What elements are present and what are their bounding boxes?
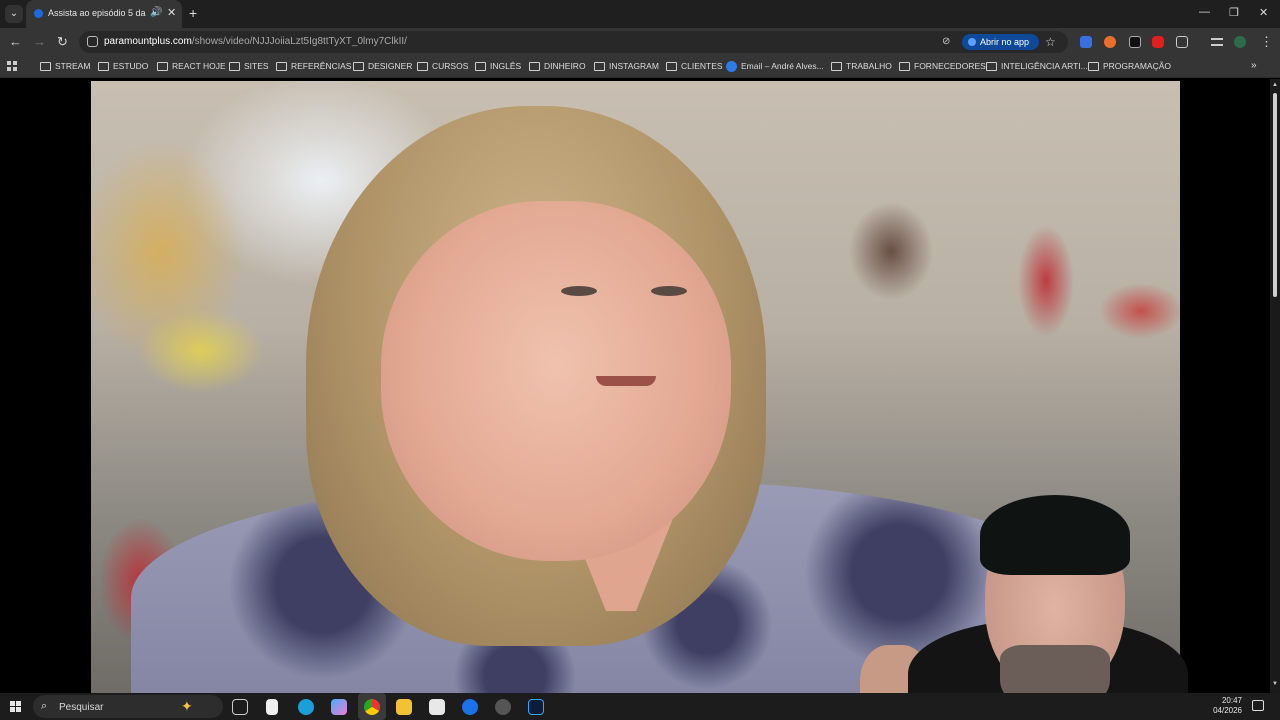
folder-icon (594, 62, 605, 71)
media-controls-icon[interactable] (1211, 38, 1223, 46)
copilot-sparkle-icon[interactable]: ✦ (181, 698, 193, 715)
folder-icon (1088, 62, 1099, 71)
open-in-app-button[interactable]: Abrir no app (962, 34, 1039, 50)
menu-kebab-icon[interactable]: ⋮ (1260, 34, 1273, 50)
bookmark-folder-fornecedores[interactable]: FORNECEDORES (899, 61, 986, 74)
windows-start-icon[interactable] (10, 701, 21, 712)
bookmarks-overflow-icon[interactable]: » (1251, 60, 1257, 71)
obs-studio-icon[interactable] (495, 699, 511, 715)
video-frame-face (381, 201, 731, 561)
file-explorer-icon[interactable] (396, 699, 412, 715)
bookmark-folder-estudo[interactable]: ESTUDO (98, 61, 148, 74)
notification-icon[interactable] (1252, 700, 1264, 711)
task-view-icon[interactable] (232, 699, 248, 715)
bookmark-folder-react-hoje[interactable]: REACT HOJE (157, 61, 226, 74)
folder-icon (157, 62, 168, 71)
folder-icon (417, 62, 428, 71)
url-text[interactable]: paramountplus.com/shows/video/NJJJoiiaLz… (104, 36, 407, 47)
system-clock[interactable]: 20:47 04/2026 (1212, 696, 1242, 716)
taskbar-search-placeholder: Pesquisar (59, 702, 104, 713)
microsoft-store-icon[interactable] (429, 699, 445, 715)
paramount-logo-icon (968, 38, 976, 46)
webcam-overlay (860, 495, 1210, 720)
folder-icon (475, 62, 486, 71)
paramount-favicon-icon (34, 9, 43, 18)
apps-grid-icon[interactable] (7, 61, 18, 72)
bookmark-folder-sites[interactable]: SITES (229, 61, 269, 74)
folder-icon (986, 62, 997, 71)
video-frame-mouth (596, 376, 656, 386)
email-icon (726, 61, 737, 72)
bookmark-folder-cursos[interactable]: CURSOS (417, 61, 468, 74)
photoshop-icon[interactable] (528, 699, 544, 715)
speaker-icon[interactable]: 🔊 (150, 7, 162, 18)
tracking-blocked-icon[interactable]: ⊘ (942, 36, 950, 47)
search-icon: ⌕ (41, 700, 48, 712)
tab-search-icon[interactable]: ⌄ (5, 5, 23, 23)
video-frame-eye (651, 286, 687, 296)
browser-toolbar: ← → ↻ paramountplus.com/shows/video/NJJJ… (0, 28, 1280, 56)
taskbar-search-box[interactable]: ⌕ Pesquisar ✦ (33, 695, 223, 718)
folder-icon (40, 62, 51, 71)
restore-button[interactable]: ❐ (1229, 6, 1239, 19)
bookmark-folder-stream[interactable]: STREAM (40, 61, 90, 74)
reload-icon[interactable]: ↻ (57, 34, 68, 50)
back-arrow-icon[interactable]: ← (9, 34, 22, 49)
page-scrollbar[interactable]: ▲ ▼ (1270, 79, 1280, 693)
video-frame-eye (561, 286, 597, 296)
scroll-down-icon[interactable]: ▼ (1272, 681, 1278, 687)
folder-icon (353, 62, 364, 71)
scroll-up-icon[interactable]: ▲ (1272, 82, 1278, 88)
bookmarks-bar: STREAM ESTUDO REACT HOJE SITES REFERÊNCI… (0, 56, 1280, 78)
extension-off-icon[interactable] (1129, 36, 1141, 48)
minimize-button[interactable]: — (1199, 6, 1210, 18)
browser-tab-strip: ⌄ Assista ao episódio 5 da te 🔊 ✕ + — ❐ … (0, 0, 1280, 28)
bookmark-folder-referencias[interactable]: REFERÊNCIAS (276, 61, 351, 74)
extension-icon[interactable] (1080, 36, 1092, 48)
folder-icon (229, 62, 240, 71)
extension-icon[interactable] (1104, 36, 1116, 48)
bookmark-folder-programacao[interactable]: PROGRAMAÇÃO (1088, 61, 1171, 74)
site-info-icon[interactable] (87, 36, 98, 47)
edge-browser-icon[interactable] (298, 699, 314, 715)
extensions-puzzle-icon[interactable] (1176, 36, 1188, 48)
bookmark-star-icon[interactable]: ☆ (1045, 35, 1056, 49)
youtube-extension-icon[interactable] (1152, 36, 1164, 48)
folder-icon (276, 62, 287, 71)
clock-date: 04/2026 (1213, 706, 1242, 715)
windows-taskbar: ⌕ Pesquisar ✦ 20:47 04/2026 (0, 693, 1280, 720)
bookmark-folder-dinheiro[interactable]: DINHEIRO (529, 61, 586, 74)
bookmark-folder-instagram[interactable]: INSTAGRAM (594, 61, 659, 74)
profile-avatar-icon[interactable] (1234, 36, 1246, 48)
folder-icon (529, 62, 540, 71)
close-window-button[interactable]: ✕ (1259, 6, 1268, 19)
folder-icon (666, 62, 677, 71)
tab-close-icon[interactable]: ✕ (167, 6, 176, 19)
folder-icon (98, 62, 109, 71)
notepad-icon[interactable] (266, 699, 278, 715)
clock-time: 20:47 (1221, 696, 1242, 705)
new-tab-button[interactable]: + (189, 5, 197, 21)
webcam-hair (980, 495, 1130, 575)
bookmark-folder-designer[interactable]: DESIGNER (353, 61, 412, 74)
forward-arrow-icon[interactable]: → (33, 34, 46, 49)
chrome-icon[interactable] (364, 699, 380, 715)
screen: ⌄ Assista ao episódio 5 da te 🔊 ✕ + — ❐ … (0, 0, 1280, 720)
bookmark-email[interactable]: Email – André Alves... (726, 61, 824, 74)
bookmark-folder-trabalho[interactable]: TRABALHO (831, 61, 892, 74)
browser-tab[interactable]: Assista ao episódio 5 da te 🔊 ✕ (26, 0, 182, 28)
bookmark-folder-clientes[interactable]: CLIENTES (666, 61, 723, 74)
scrollbar-thumb[interactable] (1273, 93, 1277, 297)
folder-icon (831, 62, 842, 71)
folder-icon (899, 62, 910, 71)
tab-title: Assista ao episódio 5 da te (48, 8, 146, 18)
outlook-icon[interactable] (462, 699, 478, 715)
address-bar[interactable]: paramountplus.com/shows/video/NJJJoiiaLz… (79, 31, 1068, 53)
bookmark-folder-ingles[interactable]: INGLÊS (475, 61, 521, 74)
bookmark-folder-inteligencia-artificial[interactable]: INTELIGÊNCIA ARTI... (986, 61, 1088, 74)
copilot-app-icon[interactable] (331, 699, 347, 715)
